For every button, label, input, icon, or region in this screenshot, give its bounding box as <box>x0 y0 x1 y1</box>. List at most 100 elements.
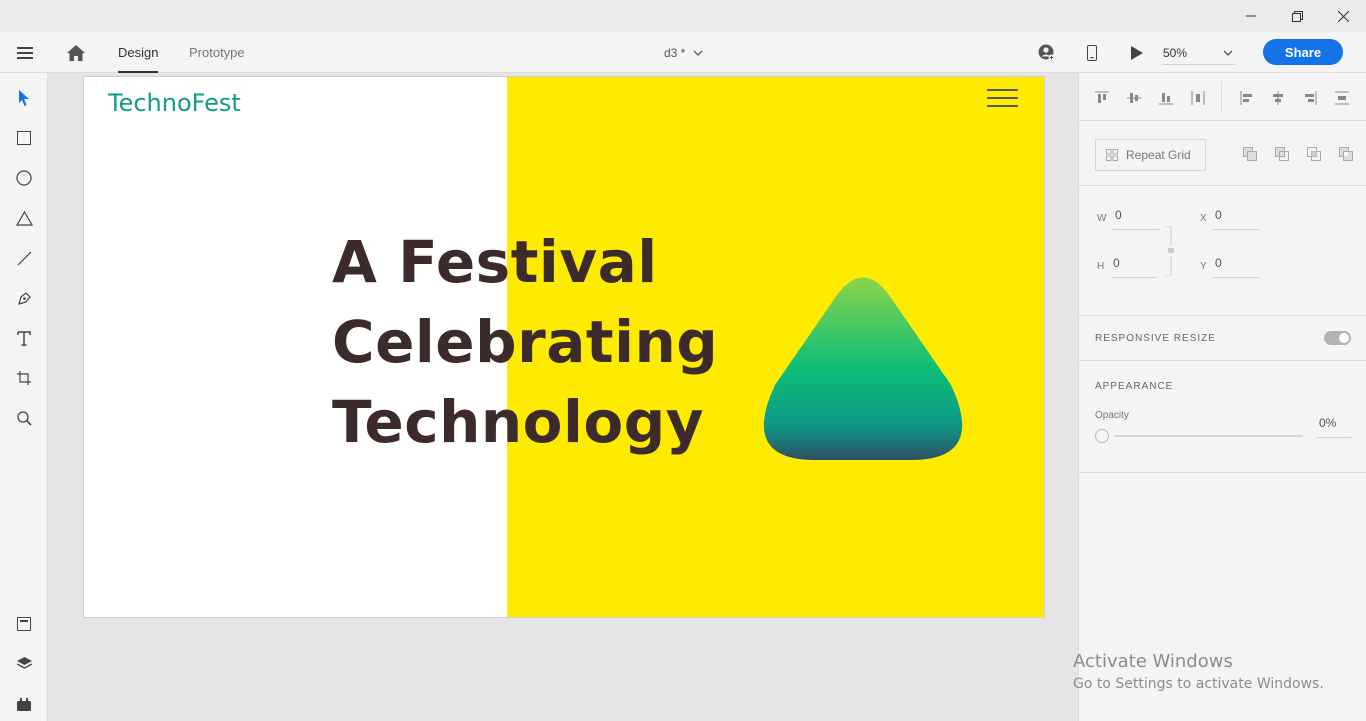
zoom-value: 50% <box>1163 45 1188 60</box>
responsive-resize-toggle[interactable] <box>1324 331 1351 345</box>
rectangle-tool[interactable] <box>12 126 36 150</box>
minimize-icon <box>1246 15 1256 17</box>
artboard-tool[interactable] <box>12 366 36 390</box>
assets-panel-button[interactable] <box>12 612 36 636</box>
watermark-title: Activate Windows <box>1073 651 1233 672</box>
restore-icon <box>1291 10 1303 22</box>
align-left-button[interactable] <box>1238 89 1256 107</box>
boolean-add-button[interactable] <box>1241 145 1259 163</box>
distribute-horizontal-button[interactable] <box>1189 89 1207 107</box>
headline-line-2: Celebrating <box>332 308 719 376</box>
tab-design[interactable]: Design <box>118 32 159 73</box>
repeat-grid-button[interactable]: Repeat Grid <box>1095 139 1206 171</box>
appearance-title: APPEARANCE <box>1095 381 1174 392</box>
align-bottom-icon <box>1159 93 1173 105</box>
rectangle-icon <box>17 131 31 145</box>
coediting-button[interactable] <box>1035 32 1057 73</box>
boolean-intersect-button[interactable] <box>1305 145 1323 163</box>
brand-logo-text: TechnoFest <box>108 89 241 117</box>
device-preview-button[interactable] <box>1083 32 1101 73</box>
boolean-subtract-button[interactable] <box>1273 145 1291 163</box>
transform-section: W 0 H 0 X 0 Y 0 <box>1079 186 1366 316</box>
ellipse-icon <box>16 170 32 186</box>
select-tool[interactable] <box>12 86 36 110</box>
share-button[interactable]: Share <box>1263 39 1343 65</box>
chevron-down-icon <box>1223 50 1233 56</box>
plugins-panel-button[interactable] <box>12 692 36 716</box>
select-icon <box>19 90 29 106</box>
align-right-button[interactable] <box>1301 89 1319 107</box>
distribute-vertical-icon <box>1335 91 1349 105</box>
x-label: X <box>1200 213 1207 224</box>
tab-prototype[interactable]: Prototype <box>189 32 245 73</box>
align-center-button[interactable] <box>1269 89 1287 107</box>
opacity-slider-track[interactable] <box>1115 435 1303 437</box>
align-section <box>1079 73 1366 121</box>
repeat-grid-label: Repeat Grid <box>1126 148 1191 162</box>
line-icon <box>17 251 31 265</box>
line-tool[interactable] <box>12 246 36 270</box>
grid-icon <box>1106 149 1118 161</box>
zoom-icon <box>16 410 32 426</box>
mobile-icon <box>1087 44 1097 61</box>
triangle-icon <box>15 210 33 226</box>
user-add-icon <box>1038 44 1054 61</box>
pen-icon <box>17 291 31 305</box>
minimize-button[interactable] <box>1228 0 1274 32</box>
layers-icon <box>16 657 32 669</box>
align-middle-icon <box>1127 93 1141 103</box>
hamburger-icon <box>17 46 33 59</box>
distribute-icon <box>1191 91 1205 105</box>
boolean-subtract-icon <box>1275 147 1289 161</box>
align-bottom-button[interactable] <box>1157 89 1175 107</box>
responsive-resize-section: RESPONSIVE RESIZE <box>1079 316 1366 361</box>
y-input[interactable]: 0 <box>1213 256 1259 278</box>
artboard-icon <box>17 371 31 385</box>
opacity-input[interactable]: 0% <box>1317 416 1351 438</box>
app-bar: Design Prototype d3 * 50% <box>0 32 1366 73</box>
align-middle-button[interactable] <box>1125 89 1143 107</box>
x-input[interactable]: 0 <box>1213 208 1259 230</box>
boolean-add-icon <box>1243 147 1257 161</box>
watermark-subtitle: Go to Settings to activate Windows. <box>1073 676 1324 692</box>
title-bar <box>0 0 1366 32</box>
artboard[interactable]: TechnoFest A Festival Celebrating Techno… <box>83 76 1045 618</box>
align-left-icon <box>1240 91 1252 105</box>
opacity-slider-handle[interactable] <box>1095 429 1109 443</box>
height-input[interactable]: 0 <box>1111 256 1157 278</box>
chevron-down-icon <box>693 50 703 56</box>
responsive-resize-title: RESPONSIVE RESIZE <box>1095 333 1216 344</box>
menu-button[interactable] <box>12 32 38 73</box>
lock-aspect-icon[interactable] <box>1165 226 1175 276</box>
layers-panel-button[interactable] <box>12 652 36 676</box>
gradient-triangle-shape <box>763 277 963 460</box>
headline: A Festival Celebrating Technology <box>332 222 718 462</box>
align-top-button[interactable] <box>1093 89 1111 107</box>
distribute-vertical-button[interactable] <box>1333 89 1351 107</box>
text-tool[interactable] <box>12 326 36 350</box>
appearance-section: APPEARANCE Opacity 0% <box>1079 361 1366 473</box>
assets-icon <box>17 617 31 631</box>
home-button[interactable] <box>64 32 88 73</box>
boolean-exclude-button[interactable] <box>1337 145 1355 163</box>
y-label: Y <box>1200 261 1207 272</box>
play-icon <box>1131 45 1143 60</box>
document-name: d3 * <box>664 45 686 60</box>
restore-button[interactable] <box>1274 0 1320 32</box>
home-icon <box>67 44 85 61</box>
pen-tool[interactable] <box>12 286 36 310</box>
text-icon <box>17 330 31 346</box>
ellipse-tool[interactable] <box>12 166 36 190</box>
boolean-exclude-icon <box>1339 147 1353 161</box>
opacity-label: Opacity <box>1095 410 1129 421</box>
document-name-dropdown[interactable]: d3 * <box>664 32 703 73</box>
headline-line-3: Technology <box>332 388 705 456</box>
play-preview-button[interactable] <box>1128 32 1146 73</box>
zoom-tool[interactable] <box>12 406 36 430</box>
property-inspector: Repeat Grid W 0 H 0 X 0 Y 0 RESPONSIVE R… <box>1078 73 1366 721</box>
width-input[interactable]: 0 <box>1113 208 1159 230</box>
zoom-select[interactable]: 50% <box>1163 41 1235 65</box>
height-label: H <box>1097 261 1105 272</box>
polygon-tool[interactable] <box>12 206 36 230</box>
close-button[interactable] <box>1320 0 1366 32</box>
